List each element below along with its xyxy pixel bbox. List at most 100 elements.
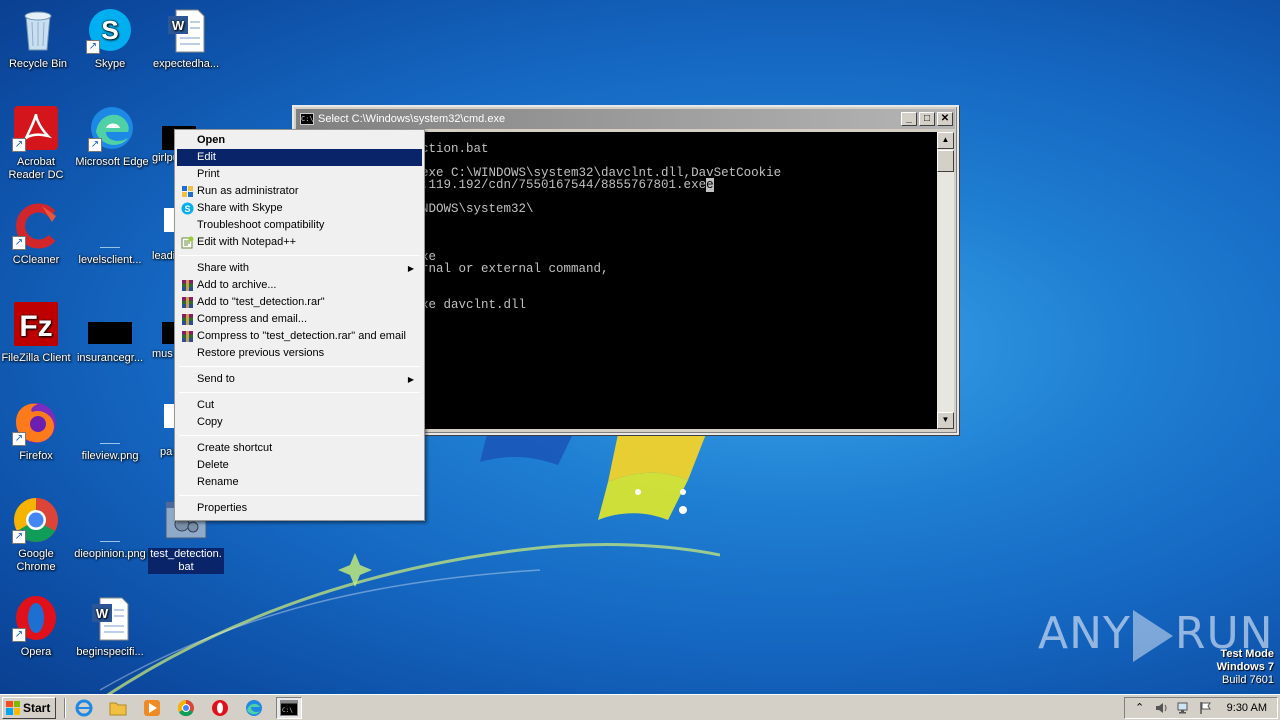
menu-item-label: Edit with Notepad++	[197, 236, 297, 248]
scroll-thumb[interactable]	[937, 150, 954, 172]
desktop-icon-ccleaner[interactable]: ↗ CCleaner	[0, 202, 74, 267]
menu-item-label: Copy	[197, 416, 223, 428]
menu-item-share-with-skype[interactable]: S Share with Skype	[177, 200, 422, 217]
menu-item-open[interactable]: Open	[177, 132, 422, 149]
desktop-icon-label: Firefox	[19, 450, 53, 462]
taskbar-opera-button[interactable]	[208, 697, 232, 719]
menu-item-edit[interactable]: Edit	[177, 149, 422, 166]
menu-item-label: Send to	[197, 373, 235, 385]
menu-item-send-to[interactable]: Send to ▶	[177, 371, 422, 388]
menu-item-share-with[interactable]: Share with ▶	[177, 260, 422, 277]
desktop-icon-recycle-bin[interactable]: Recycle Bin	[0, 6, 76, 71]
cmd-vertical-scrollbar[interactable]: ▲ ▼	[937, 132, 954, 429]
ccleaner-icon: ↗	[12, 202, 60, 250]
desktop-icon-label: beginspecifi...	[76, 646, 144, 658]
menu-item-copy[interactable]: Copy	[177, 414, 422, 431]
desktop-icon-edge[interactable]: ↗ Microsoft Edge	[74, 104, 150, 169]
shortcut-arrow-icon: ↗	[86, 40, 100, 54]
desktop-icon-skype[interactable]: S ↗ Skype	[72, 6, 148, 71]
shortcut-arrow-icon: ↗	[12, 236, 26, 250]
menu-item-label: Open	[197, 134, 226, 146]
menu-item-print[interactable]: Print	[177, 166, 422, 183]
desktop-icon-filezilla[interactable]: Fz FileZilla Client	[0, 300, 74, 365]
show-hidden-icons-button[interactable]: ⌃	[1133, 701, 1147, 715]
shortcut-arrow-icon: ↗	[88, 138, 102, 152]
taskbar-ie-button[interactable]	[72, 697, 96, 719]
taskbar-chrome-button[interactable]	[174, 697, 198, 719]
chrome-icon: ↗	[12, 496, 60, 544]
menu-item-cut[interactable]: Cut	[177, 397, 422, 414]
word-doc-icon: W	[162, 6, 210, 54]
maximize-button[interactable]: □	[919, 112, 935, 126]
start-button[interactable]: Start	[2, 696, 57, 719]
menu-item-label: Compress to "test_detection.rar" and ema…	[197, 330, 406, 342]
menu-item-label: Share with	[197, 262, 249, 274]
menu-item-compress-and-email[interactable]: Compress and email...	[177, 311, 422, 328]
network-icon[interactable]	[1177, 701, 1191, 715]
desktop-icon-label: fileview.png	[81, 450, 139, 462]
desktop-icon-word-doc[interactable]: W expectedha...	[148, 6, 224, 71]
clock[interactable]: 9:30 AM	[1227, 702, 1267, 714]
skype-icon: S ↗	[86, 6, 134, 54]
taskbar-media-player-button[interactable]	[140, 697, 164, 719]
menu-item-rename[interactable]: Rename	[177, 474, 422, 491]
desktop-icon-dieopinion[interactable]: dieopinion.png	[72, 496, 148, 561]
taskbar-edge-button[interactable]	[242, 697, 266, 719]
menu-item-run-as-administrator[interactable]: Run as administrator	[177, 183, 422, 200]
svg-text:W: W	[172, 18, 185, 33]
file-icon	[86, 202, 134, 250]
taskbar-divider	[64, 697, 67, 718]
minimize-button[interactable]: _	[901, 112, 917, 126]
svg-text:W: W	[96, 606, 109, 621]
file-icon	[86, 496, 134, 544]
desktop-icon-label: expectedha...	[152, 58, 220, 70]
media-player-icon	[144, 699, 161, 716]
skype-icon: S	[181, 202, 194, 215]
recycle-bin-icon	[14, 6, 62, 54]
desktop-icon-label: insurancegr...	[76, 352, 144, 364]
cmd-titlebar[interactable]: C:\ Select C:\Windows\system32\cmd.exe _…	[296, 109, 955, 129]
desktop-icon-firefox[interactable]: ↗ Firefox	[0, 398, 74, 463]
desktop-icon-label: dieopinion.png	[74, 548, 146, 560]
svg-text:S: S	[184, 204, 190, 214]
scroll-up-button[interactable]: ▲	[937, 132, 954, 149]
firefox-icon: ↗	[12, 398, 60, 446]
shortcut-arrow-icon: ↗	[12, 628, 26, 642]
menu-item-restore-previous-versions[interactable]: Restore previous versions	[177, 345, 422, 362]
test-mode-line3: Build 7601	[1222, 674, 1274, 686]
desktop-icon-label: FileZilla Client	[1, 352, 71, 364]
test-mode-notice: Test Mode Windows 7 Build 7601	[1217, 648, 1274, 687]
folder-icon	[109, 702, 127, 715]
menu-item-delete[interactable]: Delete	[177, 457, 422, 474]
volume-icon[interactable]	[1155, 701, 1169, 715]
desktop-icon-chrome[interactable]: ↗ Google Chrome	[0, 496, 74, 574]
ie-icon	[75, 699, 93, 716]
desktop-icon-label: Google Chrome	[16, 548, 56, 573]
taskbar-explorer-button[interactable]	[106, 697, 130, 719]
desktop-icon-levelsclient[interactable]: levelsclient...	[72, 202, 148, 267]
menu-item-add-to-archive[interactable]: Add to archive...	[177, 277, 422, 294]
taskbar-cmd-button[interactable]: C:\	[276, 696, 303, 719]
menu-item-properties[interactable]: Properties	[177, 500, 422, 517]
menu-item-add-to-test-detection-rar[interactable]: Add to "test_detection.rar"	[177, 294, 422, 311]
scroll-down-button[interactable]: ▼	[937, 412, 954, 429]
submenu-arrow-icon: ▶	[407, 375, 414, 384]
action-center-flag-icon[interactable]	[1199, 701, 1213, 715]
opera-icon	[212, 699, 229, 716]
desktop-icon-opera[interactable]: ↗ Opera	[0, 594, 74, 659]
winrar-icon	[181, 313, 194, 326]
test-mode-line2: Windows 7	[1216, 661, 1274, 673]
desktop-icon-beginspecifi[interactable]: W beginspecifi...	[72, 594, 148, 659]
desktop-icon-acrobat[interactable]: ↗ Acrobat Reader DC	[0, 104, 74, 182]
menu-item-troubleshoot-compatibility[interactable]: Troubleshoot compatibility	[177, 217, 422, 234]
menu-item-label: Restore previous versions	[197, 347, 325, 359]
menu-item-compress-to-test-detection-rar-and-email[interactable]: Compress to "test_detection.rar" and ema…	[177, 328, 422, 345]
menu-item-label: Troubleshoot compatibility	[197, 219, 325, 231]
menu-item-create-shortcut[interactable]: Create shortcut	[177, 440, 422, 457]
menu-item-edit-with-notepad[interactable]: Edit with Notepad++	[177, 234, 422, 251]
edge-icon: ↗	[88, 104, 136, 152]
desktop-icon-fileview[interactable]: fileview.png	[72, 398, 148, 463]
desktop-icon-insurancegr[interactable]: insurancegr...	[72, 300, 148, 365]
desktop-icon-label: Recycle Bin	[8, 58, 68, 70]
close-button[interactable]: ✕	[937, 112, 953, 126]
